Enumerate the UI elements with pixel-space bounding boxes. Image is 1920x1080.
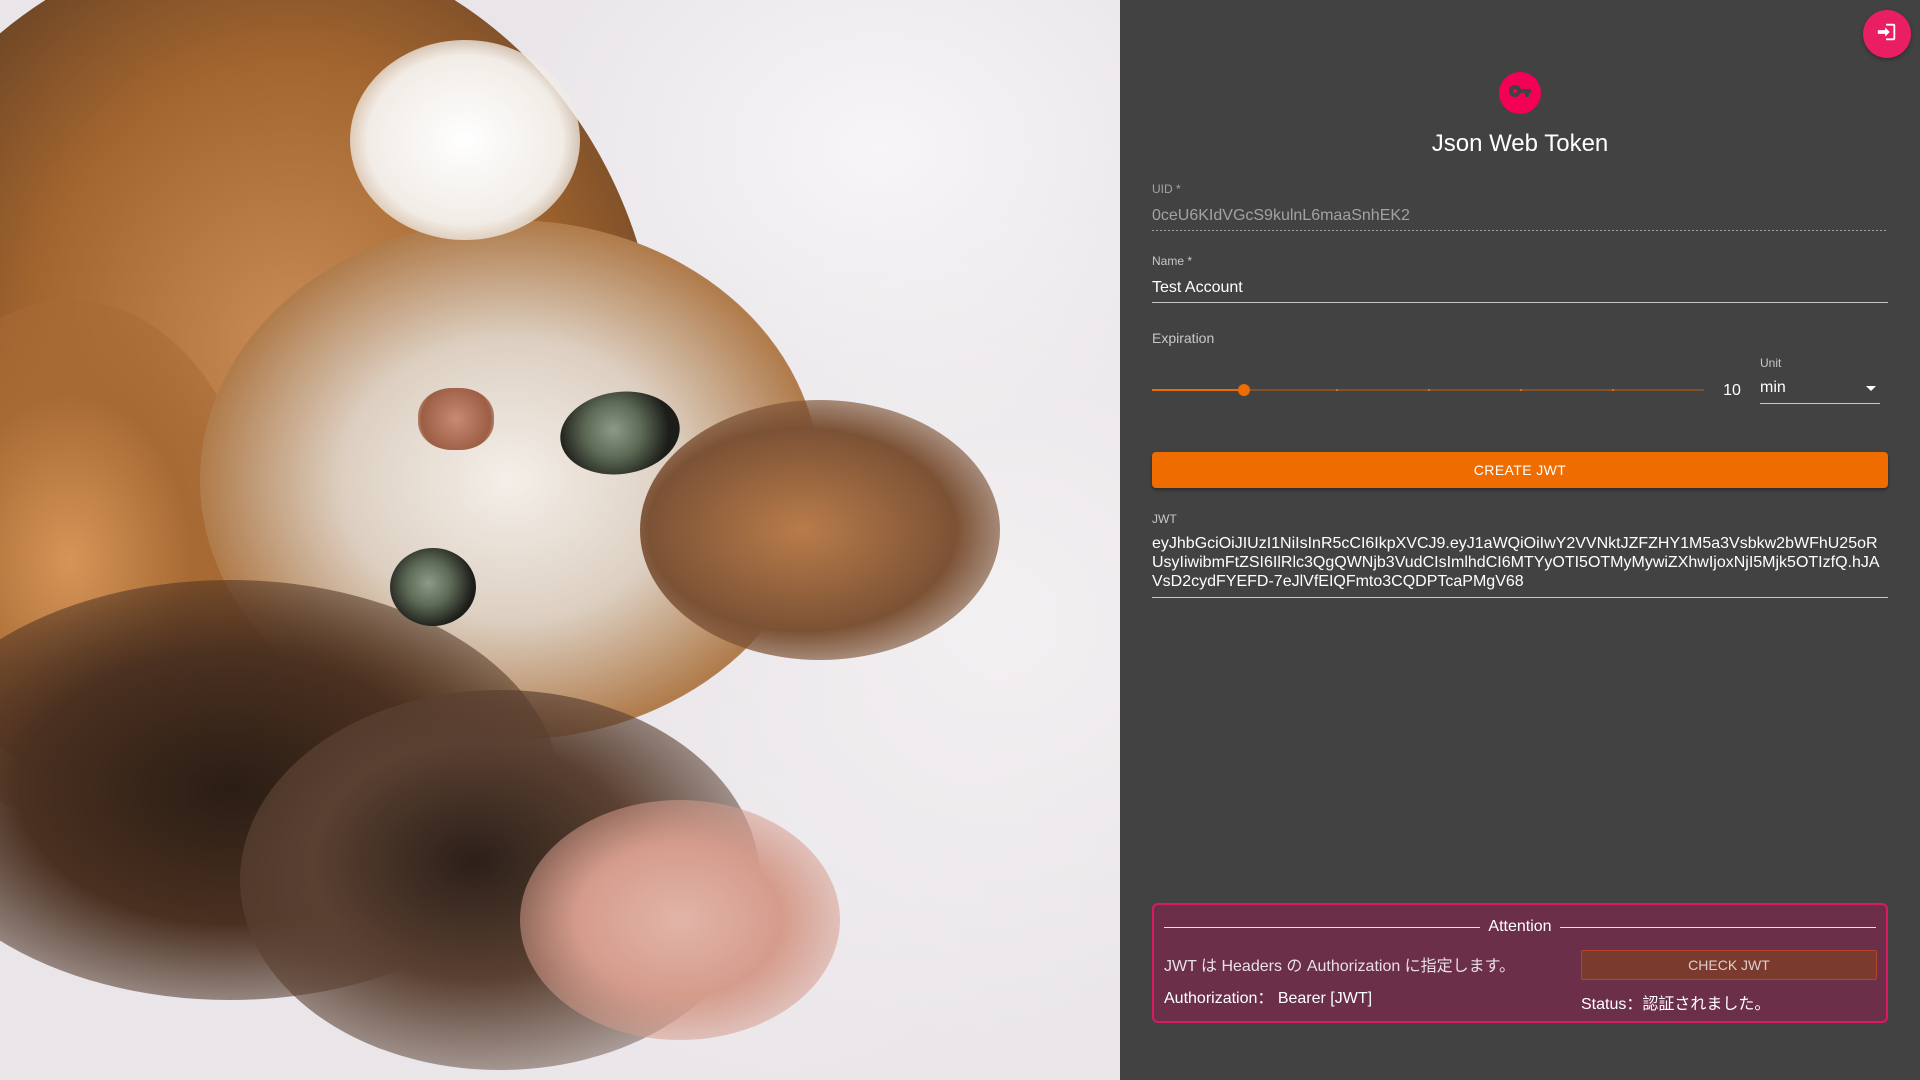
unit-selected-value: min [1760,379,1786,396]
jwt-value[interactable]: eyJhbGciOiJIUzI1NiIsInR5cCI6IkpXVCJ9.eyJ… [1152,534,1888,598]
cat-photo [0,0,1120,1080]
uid-field[interactable]: UID * 0ceU6KIdVGcS9kulnL6maaSnhEK2 [1152,182,1888,231]
expiration-slider[interactable] [1152,380,1704,400]
authorization-text: Authorization： Bearer [JWT] [1164,990,1373,1007]
create-jwt-button[interactable]: CREATE JWT [1152,452,1888,488]
page-title: Json Web Token [1431,130,1609,157]
logout-button[interactable] [1863,10,1911,58]
slider-mark [1428,389,1430,391]
name-label: Name * [1152,254,1193,268]
status-text: Status：認証されました。 [1581,996,1771,1013]
avatar [1499,72,1541,114]
attention-title: Attention [1488,918,1552,935]
name-field[interactable]: Name * Test Account [1152,254,1888,303]
name-input[interactable]: Test Account [1152,274,1888,302]
uid-value: 0ceU6KIdVGcS9kulnL6maaSnhEK2 [1152,207,1410,224]
unit-label: Unit [1760,356,1782,370]
slider-mark [1244,389,1246,391]
check-jwt-button[interactable]: CHECK JWT [1581,950,1877,980]
jwt-label: JWT [1152,512,1177,526]
expiration-label: Expiration [1152,330,1215,346]
logout-icon [1876,21,1898,48]
expiration-value: 10 [1723,382,1741,399]
key-icon [1508,79,1532,108]
attention-legend: Attention [1164,917,1876,937]
jwt-field[interactable]: JWT eyJhbGciOiJIUzI1NiIsInR5cCI6IkpXVCJ9… [1152,512,1888,598]
slider-track [1152,389,1244,391]
slider-mark [1520,389,1522,391]
jwt-panel: Json Web Token UID * 0ceU6KIdVGcS9kulnL6… [1120,0,1920,1080]
uid-label: UID * [1152,182,1181,196]
page: Json Web Token UID * 0ceU6KIdVGcS9kulnL6… [0,0,1920,1080]
slider-mark [1336,389,1338,391]
attention-note: JWT は Headers の Authorization に指定します。 [1164,958,1516,975]
unit-dropdown[interactable]: min [1760,376,1880,404]
chevron-down-icon [1866,386,1876,391]
slider-mark [1612,389,1614,391]
unit-select[interactable]: Unit min [1760,356,1880,404]
attention-box: Attention JWT は Headers の Authorization … [1152,903,1888,1023]
